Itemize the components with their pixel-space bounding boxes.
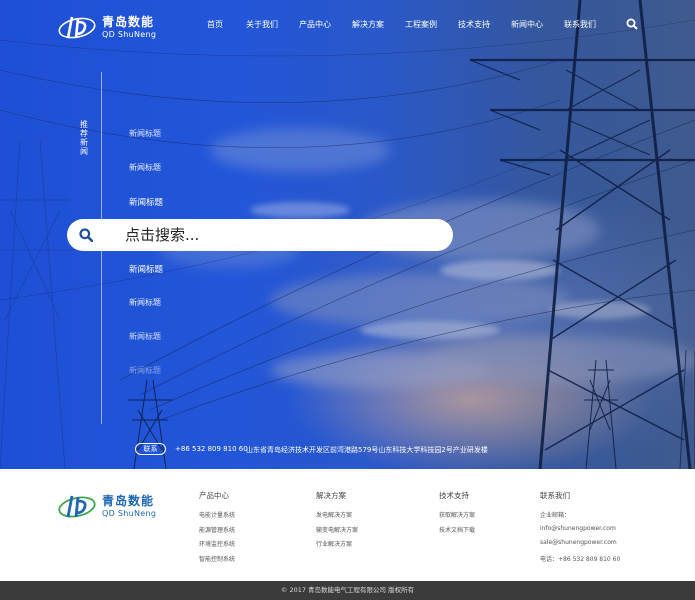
- footer-link[interactable]: 获取解决方案: [439, 510, 475, 525]
- logo-mark-icon: [58, 495, 96, 518]
- footer-phone: 电话：+86 532 809 810 60: [540, 555, 621, 563]
- footer-brand-name-en: QD ShuNeng: [102, 508, 157, 518]
- copyright-bar: © 2017 青岛数能电气工程有限公司 版权所有: [0, 581, 695, 600]
- nav-item-news[interactable]: 新闻中心: [511, 19, 543, 30]
- footer-col-title: 技术支持: [439, 491, 469, 500]
- contact-phone: +86 532 809 810 60: [175, 445, 248, 453]
- footer-link[interactable]: 智能控制系统: [199, 554, 235, 569]
- news-item[interactable]: 新闻标题: [129, 162, 161, 173]
- nav-item-support[interactable]: 技术支持: [458, 19, 490, 30]
- footer-email-label: 企业邮箱：: [540, 512, 571, 519]
- footer-link[interactable]: 技术文档下载: [439, 525, 475, 540]
- news-item[interactable]: 新闻标题: [129, 331, 161, 342]
- search-icon[interactable]: [79, 228, 93, 242]
- search-icon[interactable]: [626, 18, 638, 30]
- news-item[interactable]: 新闻标题: [129, 128, 161, 139]
- contact-address: 山东省青岛经济技术开发区前湾港路579号山东科技大学科技园2号产业研发楼: [246, 446, 488, 454]
- footer-col-solutions: 解决方案 发电解决方案 输变电解决方案 行业解决方案: [316, 490, 358, 554]
- footer-col-title: 产品中心: [199, 491, 229, 500]
- news-item[interactable]: 新闻标题: [129, 365, 161, 376]
- footer-col-title: 联系我们: [540, 491, 570, 500]
- nav-item-cases[interactable]: 工程案例: [405, 19, 437, 30]
- footer-link[interactable]: 电能计量系统: [199, 510, 235, 525]
- news-item[interactable]: 新闻标题: [129, 263, 163, 275]
- footer-link[interactable]: 行业解决方案: [316, 539, 358, 554]
- footer-email-sale[interactable]: sale@shunengpower.com: [540, 539, 620, 554]
- news-item[interactable]: 新闻标题: [129, 196, 163, 208]
- nav-item-solutions[interactable]: 解决方案: [352, 19, 384, 30]
- footer-link[interactable]: 发电解决方案: [316, 510, 358, 525]
- news-item[interactable]: 新闻标题: [129, 297, 161, 308]
- nav-item-contact[interactable]: 联系我们: [564, 19, 596, 30]
- nav-item-home[interactable]: 首页: [207, 19, 223, 30]
- footer-email-info[interactable]: info@shunengpower.com: [540, 525, 620, 540]
- footer-col-products: 产品中心 电能计量系统 能源管理系统 环境监控系统 智能控制系统: [199, 490, 235, 568]
- footer-link[interactable]: 能源管理系统: [199, 525, 235, 540]
- footer-link[interactable]: 输变电解决方案: [316, 525, 358, 540]
- main-nav: 首页 关于我们 产品中心 解决方案 工程案例 技术支持 新闻中心 联系我们: [0, 19, 695, 33]
- nav-item-products[interactable]: 产品中心: [299, 19, 331, 30]
- footer-col-support: 技术支持 获取解决方案 技术文档下载: [439, 490, 475, 539]
- footer-col-title: 解决方案: [316, 491, 346, 500]
- hero-banner: 青岛数能 QD ShuNeng 首页 关于我们 产品中心 解决方案 工程案例 技…: [0, 0, 695, 469]
- search-bar: [67, 219, 453, 251]
- footer-col-contact: 联系我们 企业邮箱： info@shunengpower.com sale@sh…: [540, 490, 620, 568]
- footer-link[interactable]: 环境监控系统: [199, 539, 235, 554]
- footer-brand-name-cn: 青岛数能: [102, 493, 155, 508]
- footer-logo[interactable]: 青岛数能 QD ShuNeng: [58, 493, 156, 519]
- search-input[interactable]: [125, 223, 435, 247]
- site-footer: 青岛数能 QD ShuNeng 产品中心 电能计量系统 能源管理系统 环境监控系…: [0, 469, 695, 581]
- nav-item-about[interactable]: 关于我们: [246, 19, 278, 30]
- recommended-news-label: 推荐新闻: [80, 120, 88, 156]
- contact-badge: 联系: [135, 443, 166, 455]
